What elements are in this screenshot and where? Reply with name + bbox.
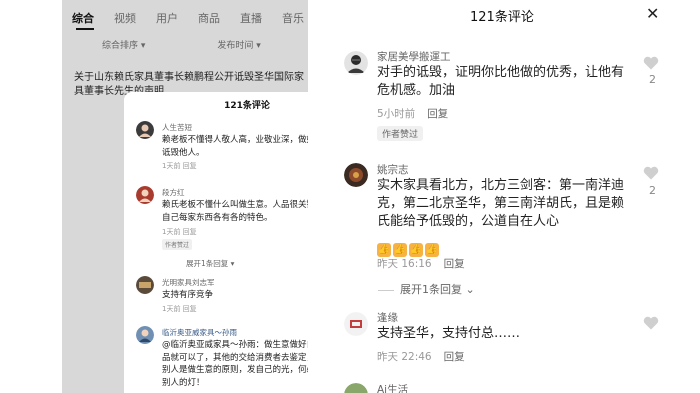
screen: 综合 视频 用户 商品 直播 音乐 综合排序 ▾ 发布时间 ▾ 关于山东赖氏家具… (0, 0, 700, 393)
avatar[interactable] (344, 383, 368, 393)
sort-filter[interactable]: 综合排序 ▾ (102, 38, 145, 51)
expand-replies-button[interactable]: 展开1条回复 ⌄ (378, 281, 475, 297)
time-filter[interactable]: 发布时间 ▾ (217, 38, 260, 51)
comment-text: 对手的诋毁，证明你比他做的优秀，让他有危机感。加油 (377, 65, 625, 98)
comment-author[interactable]: 临沂奥亚威家具～孙雨 (162, 327, 237, 338)
expand-replies-label: 展开1条回复 (400, 283, 462, 296)
left-phone-screenshot: 综合 视频 用户 商品 直播 音乐 综合排序 ▾ 发布时间 ▾ 关于山东赖氏家具… (62, 0, 308, 393)
thumbs-up-icon: 👍 (377, 243, 391, 257)
search-tabs: 综合 视频 用户 商品 直播 音乐 (72, 10, 304, 30)
comment-text: 赖氏老板不懂什么叫做生意。人品很关键。做好自己每家东西各有各的特色。 (162, 200, 308, 223)
expand-replies-button[interactable]: 展开1条回复 ▾ (186, 258, 234, 269)
comment-panel-title: 121条评论 (470, 10, 534, 25)
comment-author[interactable]: 段方红 (162, 187, 185, 198)
thumbs-up-icon: 👍 (409, 243, 423, 257)
avatar[interactable] (136, 121, 154, 139)
avatar[interactable] (136, 276, 154, 294)
comment-meta[interactable]: 1天前 回复 (162, 161, 197, 171)
comment-author[interactable]: 逢缘 (377, 310, 398, 325)
tab-user[interactable]: 用户 (156, 10, 178, 26)
comment-text: 赖老板不懂得人敬人高，业敬业深，做好自己不诋毁他人。 (162, 135, 308, 158)
comment-time: 昨天 22:46 (377, 351, 432, 363)
comment-author[interactable]: Ai生活 (377, 382, 408, 393)
author-liked-badge: 作者赞过 (162, 239, 193, 250)
comment-time: 昨天 16:16 (377, 258, 432, 270)
comment-text: 实木家具看北方，北方三剑客：第一南洋迪克，第二北京圣华，第三南洋胡氏，且是赖氏能… (377, 178, 625, 229)
comment-author[interactable]: 姚宗志 (377, 162, 409, 177)
emoji-row: 👍 👍 👍 👍 (377, 235, 441, 257)
tab-video[interactable]: 视频 (114, 10, 136, 26)
comment-text: 支持有序竞争 (162, 290, 214, 300)
thumbs-up-icon: 👍 (425, 243, 439, 257)
tab-music[interactable]: 音乐 (282, 10, 304, 26)
heart-icon[interactable] (643, 166, 659, 180)
tab-goods[interactable]: 商品 (198, 10, 220, 26)
comment-author[interactable]: 光明家具刘志军 (162, 277, 215, 288)
comment-meta[interactable]: 1天前 回复 (162, 304, 197, 314)
reply-button[interactable]: 回复 (427, 108, 448, 120)
comment-meta: 5小时前 回复 (377, 106, 448, 121)
comment-author[interactable]: 家居美學搬運工 (377, 49, 451, 64)
like-count: 2 (649, 73, 656, 86)
like-count: 2 (649, 184, 656, 197)
tab-all[interactable]: 综合 (72, 10, 94, 26)
chevron-down-icon: ⌄ (462, 283, 475, 296)
comment-meta: 昨天 16:16 回复 (377, 256, 465, 271)
comment-meta: 昨天 22:46 回复 (377, 349, 465, 364)
avatar[interactable] (344, 163, 368, 187)
comment-meta[interactable]: 1天前 回复 (162, 227, 197, 237)
heart-icon[interactable] (643, 316, 659, 330)
comment-text: @临沂奥亚威家具～孙雨：做生意做好自己的产品就可以了，其他的交给消费者去鉴定，不… (162, 340, 308, 388)
comment-author[interactable]: 人生苦短 (162, 122, 192, 133)
comment-sheet: 121条评论 ✕ 人生苦短 赖老板不懂得人敬人高，业敬业深，做好自己不诋毁他人。… (124, 92, 308, 393)
comment-text: 支持圣华，支持付总…… (377, 326, 521, 341)
reply-button[interactable]: 回复 (444, 351, 465, 363)
reply-button[interactable]: 回复 (444, 258, 465, 270)
filter-bar: 综合排序 ▾ 发布时间 ▾ (102, 38, 261, 51)
avatar[interactable] (136, 326, 154, 344)
author-liked-badge: 作者赞过 (377, 126, 424, 141)
avatar[interactable] (344, 51, 368, 75)
sheet-title: 121条评论 (224, 101, 270, 111)
avatar[interactable] (136, 186, 154, 204)
thumbs-up-icon: 👍 (393, 243, 407, 257)
tab-live[interactable]: 直播 (240, 10, 262, 26)
active-tab-underline (76, 28, 94, 30)
comment-time: 5小时前 (377, 108, 416, 120)
avatar[interactable] (344, 312, 368, 336)
divider (378, 289, 394, 291)
heart-icon[interactable] (643, 56, 659, 70)
close-icon[interactable]: ✕ (646, 4, 659, 23)
